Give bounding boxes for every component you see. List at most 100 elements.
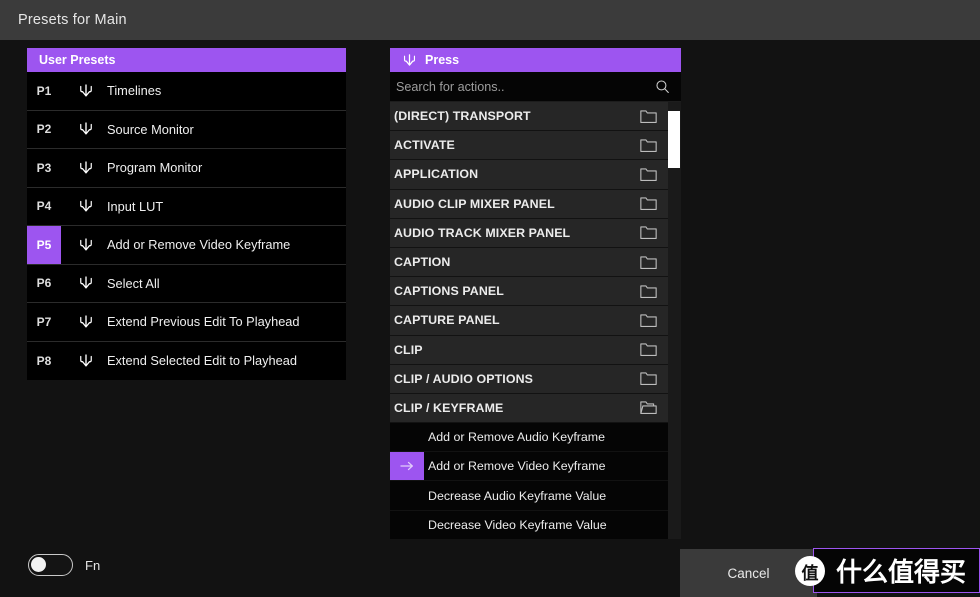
action-label: Decrease Video Keyframe Value [428,517,607,532]
press-down-icon [71,82,101,100]
folder-closed-icon [635,138,661,153]
window-titlebar: Presets for Main [0,0,980,40]
actions-list[interactable]: (DIRECT) TRANSPORT ACTIVATE APPLICATION AUD… [390,102,681,539]
folder-closed-icon [635,371,661,386]
action-folder-row[interactable]: AUDIO TRACK MIXER PANEL [390,218,681,248]
action-folder-row[interactable]: CAPTURE PANEL [390,306,681,336]
action-label: CLIP / AUDIO OPTIONS [394,371,533,386]
action-label: CLIP [394,342,423,357]
action-child-row[interactable]: Add or Remove Video Keyframe [390,452,681,482]
preset-label: Extend Previous Edit To Playhead [107,314,300,330]
press-down-icon [71,236,101,254]
preset-row[interactable]: P6 Select All [27,264,346,303]
folder-closed-icon [635,109,661,124]
press-down-icon [71,120,101,138]
action-label: CAPTION [394,255,451,270]
action-folder-row[interactable]: ACTIVATE [390,131,681,161]
preset-row[interactable]: P2 Source Monitor [27,110,346,149]
action-folder-row[interactable]: (DIRECT) TRANSPORT [390,102,681,132]
actions-scrollbar-track[interactable] [668,102,681,539]
preset-label: Timelines [107,83,162,99]
action-label: Add or Remove Video Keyframe [428,459,606,474]
assigned-arrow-icon [390,452,424,481]
preset-key-badge: P4 [36,199,52,214]
actions-panel: Press (DIRECT) TRANSPORT ACTIVATE APPLICAT… [390,48,681,539]
action-label: CLIP / KEYFRAME [394,400,504,415]
preset-key-badge: P6 [36,276,52,291]
folder-closed-icon [635,342,661,357]
action-label: CAPTIONS PANEL [394,284,504,299]
user-presets-panel: User Presets P1 Timelines P2 Source Monitor… [27,48,346,380]
action-label: APPLICATION [394,167,479,182]
press-down-icon [71,274,101,292]
user-presets-list: P1 Timelines P2 Source Monitor P3 Program Mon… [27,72,346,380]
search-icon[interactable] [654,78,671,95]
preset-key-badge: P7 [36,314,52,329]
preset-label: Input LUT [107,198,164,214]
preset-row[interactable]: P3 Program Monitor [27,149,346,188]
action-child-row[interactable]: Decrease Video Keyframe Value [390,510,681,539]
fn-toggle-group[interactable]: Fn [28,554,100,576]
preset-row[interactable]: P4 Input LUT [27,187,346,226]
preset-row[interactable]: P1 Timelines [27,72,346,111]
action-label: Add or Remove Audio Keyframe [428,430,606,445]
watermark-text: 什么值得买 [836,558,967,588]
user-presets-header-label: User Presets [39,53,116,67]
preset-label: Add or Remove Video Keyframe [107,237,291,253]
user-presets-header: User Presets [27,48,346,72]
action-folder-row[interactable]: CAPTIONS PANEL [390,277,681,307]
action-label: ACTIVATE [394,138,455,153]
action-folder-row[interactable]: CLIP / AUDIO OPTIONS [390,364,681,394]
preset-key-badge: P3 [36,160,52,175]
fn-toggle-knob [31,557,46,572]
preset-key-badge: P8 [36,353,52,368]
preset-row[interactable]: P7 Extend Previous Edit To Playhead [27,303,346,342]
preset-row[interactable]: P5 Add or Remove Video Keyframe [27,226,346,265]
folder-closed-icon [635,196,661,211]
press-down-icon [401,52,418,69]
action-folder-row[interactable]: APPLICATION [390,160,681,190]
actions-rows-container: (DIRECT) TRANSPORT ACTIVATE APPLICATION AUD… [390,102,681,539]
search-input[interactable] [396,79,654,94]
watermark-banner: 什么值得买 [813,548,980,593]
action-label: AUDIO TRACK MIXER PANEL [394,225,571,240]
action-label: CAPTURE PANEL [394,313,500,328]
preset-key-badge: P2 [36,122,52,137]
press-down-icon [71,313,101,331]
fn-toggle-switch[interactable] [28,554,73,576]
actions-panel-header-label: Press [425,53,460,67]
action-child-row[interactable]: Decrease Audio Keyframe Value [390,481,681,511]
preset-key-badge: P1 [36,83,52,98]
folder-open-icon [635,400,661,415]
folder-closed-icon [635,225,661,240]
action-label: AUDIO CLIP MIXER PANEL [394,196,555,211]
dialog-body: User Presets P1 Timelines P2 Source Monitor… [0,40,980,597]
folder-closed-icon [635,313,661,328]
preset-key-badge: P5 [27,226,61,264]
action-folder-row[interactable]: CLIP / KEYFRAME [390,393,681,424]
actions-panel-header: Press [390,48,681,72]
action-folder-row[interactable]: CLIP [390,335,681,365]
action-label: (DIRECT) TRANSPORT [394,109,531,124]
action-label: Decrease Audio Keyframe Value [428,488,607,503]
window-title: Presets for Main [18,12,127,28]
preset-row[interactable]: P8 Extend Selected Edit to Playhead [27,341,346,380]
search-row[interactable] [390,72,681,102]
preset-label: Source Monitor [107,121,194,137]
action-child-row[interactable]: Add or Remove Audio Keyframe [390,423,681,453]
preset-label: Extend Selected Edit to Playhead [107,353,297,369]
folder-closed-icon [635,255,661,270]
action-folder-row[interactable]: AUDIO CLIP MIXER PANEL [390,189,681,219]
folder-closed-icon [635,167,661,182]
press-down-icon [71,159,101,177]
folder-closed-icon [635,284,661,299]
action-folder-row[interactable]: CAPTION [390,247,681,278]
preset-label: Select All [107,275,160,291]
press-down-icon [71,352,101,370]
child-row-spacer [390,423,424,451]
actions-scrollbar-thumb[interactable] [668,111,680,168]
press-down-icon [71,197,101,215]
fn-toggle-label: Fn [85,557,101,573]
child-row-spacer [390,511,424,539]
watermark-logo: 值 [795,556,825,586]
